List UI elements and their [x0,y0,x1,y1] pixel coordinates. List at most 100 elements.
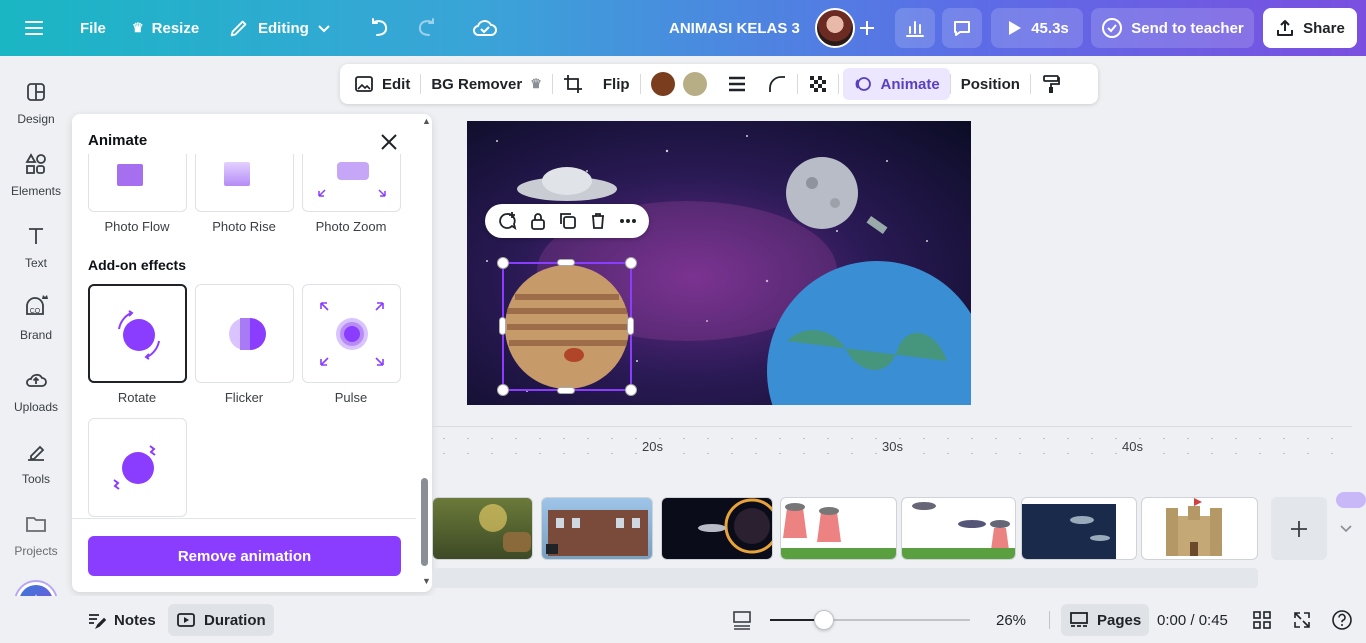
animate-button[interactable]: Animate [842,68,950,100]
grid-icon [1253,611,1271,629]
trash-icon[interactable] [588,211,608,231]
chevron-down-icon [318,25,330,33]
cloud-save-status[interactable] [472,8,498,48]
design-title[interactable]: ANIMASI KELAS 3 [669,8,800,48]
color-swatch-brown [650,72,675,96]
fullscreen-button[interactable] [1292,604,1312,636]
menu-button[interactable] [22,8,46,48]
resize-handle[interactable] [497,384,509,396]
duration-button[interactable]: Duration [168,604,274,636]
insights-button[interactable] [895,8,935,48]
zoom-slider-thumb[interactable] [814,610,834,630]
design-title-text: ANIMASI KELAS 3 [669,19,800,37]
rail-item-tools[interactable]: Tools [0,440,72,486]
page-thumbnail[interactable] [901,497,1016,560]
effect-card-pulse[interactable] [302,284,401,383]
page-thumbnail[interactable] [1141,497,1258,560]
resize-button[interactable]: ♛ Resize [132,8,199,48]
zoom-level[interactable]: 26% [996,604,1026,636]
panel-scrollbar[interactable]: ▲ ▼ [418,114,432,592]
border-style-button[interactable] [717,68,757,100]
resize-handle[interactable] [627,317,634,335]
page-thumbnail[interactable] [661,497,773,560]
pages-button[interactable]: Pages [1061,604,1150,636]
position-button[interactable]: Position [951,68,1030,100]
help-button[interactable] [1331,604,1353,636]
send-to-teacher-button[interactable]: Send to teacher [1091,8,1254,48]
expand-timeline-button[interactable] [1338,520,1354,536]
grid-view-button[interactable] [1252,604,1272,636]
edit-image-button[interactable]: Edit [344,68,420,100]
page-thumbnail[interactable] [432,497,533,560]
duplicate-icon[interactable] [558,211,578,231]
share-button[interactable]: Share [1263,8,1357,48]
effect-card-rotate[interactable] [88,284,187,383]
page-thumbnail[interactable] [780,497,897,560]
check-circle-icon [1102,18,1123,38]
file-menu[interactable]: File [80,8,106,48]
lock-icon[interactable] [528,211,548,231]
redo-button[interactable] [414,8,438,48]
add-collaborator-button[interactable] [853,14,881,42]
crop-button[interactable] [553,68,593,100]
more-icon[interactable] [618,211,638,231]
transparency-button[interactable] [798,68,838,100]
zoom-arrows-icon [318,189,386,197]
notes-button[interactable]: Notes [80,604,162,636]
help-icon [1332,610,1352,630]
page-thumbnail[interactable] [541,497,653,560]
remove-animation-button[interactable]: Remove animation [88,536,401,576]
page-thumbnail[interactable] [1021,497,1137,560]
copy-style-button[interactable] [1031,68,1071,100]
effect-card-photo-rise[interactable] [195,154,294,212]
bg-remover-button[interactable]: BG Remover ♛ [421,68,552,100]
resize-handle[interactable] [625,257,637,269]
scroll-up-arrow[interactable]: ▲ [422,116,431,126]
editing-mode-dropdown[interactable]: Editing [228,8,331,48]
add-page-button[interactable] [1271,497,1327,560]
rail-item-uploads[interactable]: Uploads [0,368,72,414]
image-edit-icon [355,76,373,92]
divider [1049,611,1050,629]
audio-track[interactable] [432,568,1258,588]
avatar[interactable] [815,8,855,48]
scroll-down-arrow[interactable]: ▼ [422,576,431,586]
effect-card-photo-zoom[interactable] [302,154,401,212]
photo-zoom-icon [337,162,369,180]
rail-item-text[interactable]: Text [0,224,72,270]
page-view-button[interactable] [731,604,753,636]
border-style-icon [728,76,745,92]
comments-button[interactable] [942,8,982,48]
play-button[interactable]: 45.3s [991,8,1083,48]
scrollbar-thumb[interactable] [421,478,428,566]
crown-icon: ♛ [530,76,542,91]
color-swatch-1[interactable] [641,68,679,100]
time-value: 0:00 / 0:45 [1157,611,1228,629]
notes-label: Notes [114,611,156,629]
effect-card-photo-flow[interactable] [88,154,187,212]
fullscreen-icon [1294,612,1310,628]
resize-handle[interactable] [557,259,575,266]
rail-item-design[interactable]: Design [0,80,72,126]
resize-handle[interactable] [625,384,637,396]
color-swatch-2[interactable] [679,68,717,100]
selection-box[interactable] [502,262,632,391]
rail-item-projects[interactable]: Projects [0,512,72,558]
corner-rounding-button[interactable] [757,68,797,100]
playback-time: 0:00 / 0:45 [1157,604,1228,636]
effect-card-flicker[interactable] [195,284,294,383]
new-badge [1336,492,1366,508]
effect-card-wiggle[interactable] [88,418,187,517]
flip-button[interactable]: Flip [593,68,640,100]
resize-handle[interactable] [499,317,506,335]
close-button[interactable] [377,130,401,154]
resize-handle[interactable] [557,387,575,394]
pencil-icon [230,20,247,37]
bottom-bar: Notes Duration 26% Pages 0:00 / 0:45 [0,596,1366,643]
resize-handle[interactable] [497,257,509,269]
rail-item-brand[interactable]: CO Brand [0,292,72,342]
comment-add-icon[interactable] [496,210,518,232]
rail-item-elements[interactable]: Elements [0,152,72,198]
presentation-icon [733,611,751,630]
undo-button[interactable] [368,8,392,48]
